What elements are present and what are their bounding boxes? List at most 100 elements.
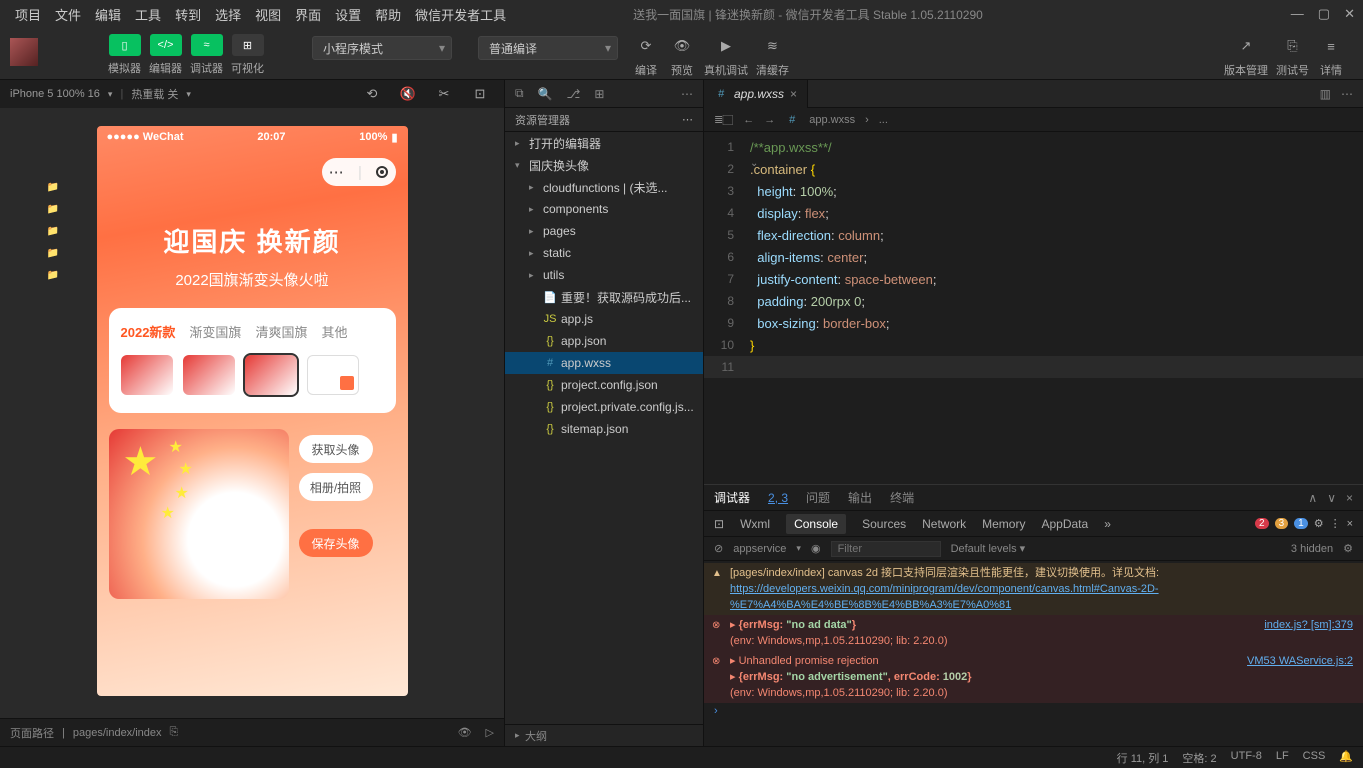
tab-other[interactable]: 其他 — [321, 322, 347, 341]
explorer-files-icon[interactable]: ⧉ — [515, 86, 524, 101]
open-editors-section[interactable]: ▸打开的编辑器 — [505, 132, 703, 154]
tab-new[interactable]: 2022新款 — [121, 322, 176, 341]
tab-app-wxss[interactable]: #app.wxss× — [704, 80, 808, 108]
remote-debug-button[interactable]: ▶ — [712, 34, 740, 58]
tree-node[interactable]: {}sitemap.json — [505, 418, 703, 440]
nav-fwd-icon[interactable]: → — [764, 114, 775, 126]
tree-node[interactable]: {}project.config.json — [505, 374, 703, 396]
eye-icon[interactable]: ◉ — [811, 542, 821, 555]
inspect-icon[interactable]: ⊡ — [714, 517, 724, 531]
simulator-toggle[interactable]: ▯ — [109, 34, 141, 56]
context-select[interactable]: appservice — [733, 543, 786, 555]
phone-simulator[interactable]: ●●●●● WeChat20:07100%▮ ⋯| 迎国庆 换新颜 2022国旗… — [97, 126, 408, 696]
tree-node[interactable]: JSapp.js — [505, 308, 703, 330]
lang[interactable]: CSS — [1303, 750, 1326, 766]
filter-input[interactable] — [831, 541, 941, 557]
close-icon[interactable]: ✕ — [1344, 6, 1355, 22]
tree-node[interactable]: ▸📁pages — [505, 220, 703, 242]
cursor-pos[interactable]: 行 11, 列 1 — [1117, 750, 1169, 766]
chevron-down-icon[interactable]: ∨ — [1327, 491, 1336, 505]
menu-item[interactable]: 转到 — [168, 5, 208, 24]
nav-back-icon[interactable]: ← — [743, 114, 754, 126]
split-icon[interactable]: ▥ — [1320, 87, 1331, 101]
levels-select[interactable]: Default levels ▾ — [951, 542, 1026, 555]
project-root[interactable]: ▾国庆换头像 — [505, 154, 703, 176]
tree-node[interactable]: {}app.json — [505, 330, 703, 352]
menu-item[interactable]: 编辑 — [88, 5, 128, 24]
tree-node[interactable]: ▸📁static — [505, 242, 703, 264]
gear-icon[interactable]: ⚙ — [1343, 542, 1353, 555]
menu-item[interactable]: 帮助 — [368, 5, 408, 24]
clear-cache-button[interactable]: ≋ — [759, 34, 787, 58]
version-button[interactable]: ↗ — [1232, 34, 1260, 58]
eol[interactable]: LF — [1276, 750, 1289, 766]
undock-icon[interactable]: ⊡ — [466, 82, 494, 106]
tab-close-icon[interactable]: × — [790, 87, 797, 101]
encoding[interactable]: UTF-8 — [1231, 750, 1262, 766]
maximize-icon[interactable]: ▢ — [1318, 6, 1330, 22]
page-path[interactable]: pages/index/index — [73, 727, 162, 739]
mute-icon[interactable]: 🔇 — [394, 82, 422, 106]
cut-icon[interactable]: ✂ — [430, 82, 458, 106]
mode-dropdown[interactable]: 小程序模式 — [312, 36, 452, 60]
outline-section[interactable]: ▸大纲 — [505, 724, 703, 746]
compile-button[interactable]: ⟳ — [632, 34, 660, 58]
editor-tabs: #app.wxss× ▥ ⋯ — [704, 80, 1363, 108]
get-avatar-button[interactable]: 获取头像 — [299, 435, 373, 463]
tree-node[interactable]: {}project.private.config.js... — [505, 396, 703, 418]
menu-item[interactable]: 项目 — [8, 5, 48, 24]
hot-reload-select[interactable]: 热重载 关 — [131, 86, 178, 102]
bell-icon[interactable]: 🔔 — [1339, 750, 1353, 766]
device-select[interactable]: iPhone 5 100% 16 — [10, 88, 100, 100]
menu-item[interactable]: 界面 — [288, 5, 328, 24]
tree-node[interactable]: #app.wxss — [505, 352, 703, 374]
indent[interactable]: 空格: 2 — [1182, 750, 1216, 766]
save-avatar-button[interactable]: 保存头像 — [299, 529, 373, 557]
capsule-button[interactable]: ⋯| — [322, 158, 396, 186]
editor-toggle[interactable]: </> — [150, 34, 182, 56]
arrow-icon[interactable]: ▷ — [486, 726, 494, 739]
test-account-button[interactable]: ⎘ — [1279, 34, 1307, 58]
eye-icon[interactable]: 👁 — [458, 726, 472, 739]
git-icon[interactable]: ⎇ — [567, 87, 581, 101]
visual-toggle[interactable]: ⊞ — [232, 34, 264, 56]
tree-node[interactable]: ▸📁cloudfunctions | (未选... — [505, 176, 703, 198]
menubar: 项目文件编辑工具转到选择视图界面设置帮助微信开发者工具 送我一面国旗 | 锋迷换… — [0, 0, 1363, 28]
menu-item[interactable]: 设置 — [328, 5, 368, 24]
tab-clean[interactable]: 清爽国旗 — [255, 322, 307, 341]
console-output[interactable]: ▲[pages/index/index] canvas 2d 接口支持同层渲染且… — [704, 561, 1363, 746]
menu-item[interactable]: 微信开发者工具 — [408, 5, 513, 24]
code-editor[interactable]: 1/**app.wxss**/2.container {3 height: 10… — [704, 132, 1363, 484]
flag-option[interactable] — [121, 355, 173, 395]
debugger-toggle[interactable]: ≈ — [191, 34, 223, 56]
list-icon[interactable]: ≣ — [714, 113, 723, 126]
user-avatar[interactable] — [10, 38, 38, 66]
minimize-icon[interactable]: — — [1291, 6, 1304, 22]
tree-node[interactable]: 📄重要！获取源码成功后... — [505, 286, 703, 308]
menu-item[interactable]: 选择 — [208, 5, 248, 24]
tab-gradient[interactable]: 渐变国旗 — [189, 322, 241, 341]
tree-node[interactable]: ▸📁utils — [505, 264, 703, 286]
breadcrumb: ≣ ⃞ ← → #app.wxss›... — [704, 108, 1363, 132]
preview-button[interactable]: 👁 — [668, 34, 696, 58]
compile-dropdown[interactable]: 普通编译 — [478, 36, 618, 60]
search-icon[interactable]: 🔍 — [538, 87, 553, 101]
gear-icon[interactable]: ⚙ — [1314, 517, 1324, 530]
details-button[interactable]: ≡ — [1317, 34, 1345, 58]
album-button[interactable]: 相册/拍照 — [299, 473, 373, 501]
flag-option[interactable] — [307, 355, 359, 395]
extensions-icon[interactable]: ⊞ — [594, 87, 604, 101]
flag-option[interactable] — [245, 355, 297, 395]
flag-option[interactable] — [183, 355, 235, 395]
menu-item[interactable]: 工具 — [128, 5, 168, 24]
more-icon[interactable]: ⋯ — [682, 113, 693, 126]
more-icon[interactable]: ⋯ — [1341, 87, 1353, 101]
menu-item[interactable]: 视图 — [248, 5, 288, 24]
dt-close-icon[interactable]: × — [1347, 518, 1353, 530]
menu-item[interactable]: 文件 — [48, 5, 88, 24]
rotate-icon[interactable]: ⟲ — [358, 82, 386, 106]
chevron-up-icon[interactable]: ∧ — [1308, 491, 1317, 505]
clear-console-icon[interactable]: ⊘ — [714, 542, 723, 555]
close-panel-icon[interactable]: × — [1346, 491, 1353, 505]
tree-node[interactable]: ▸📁components — [505, 198, 703, 220]
